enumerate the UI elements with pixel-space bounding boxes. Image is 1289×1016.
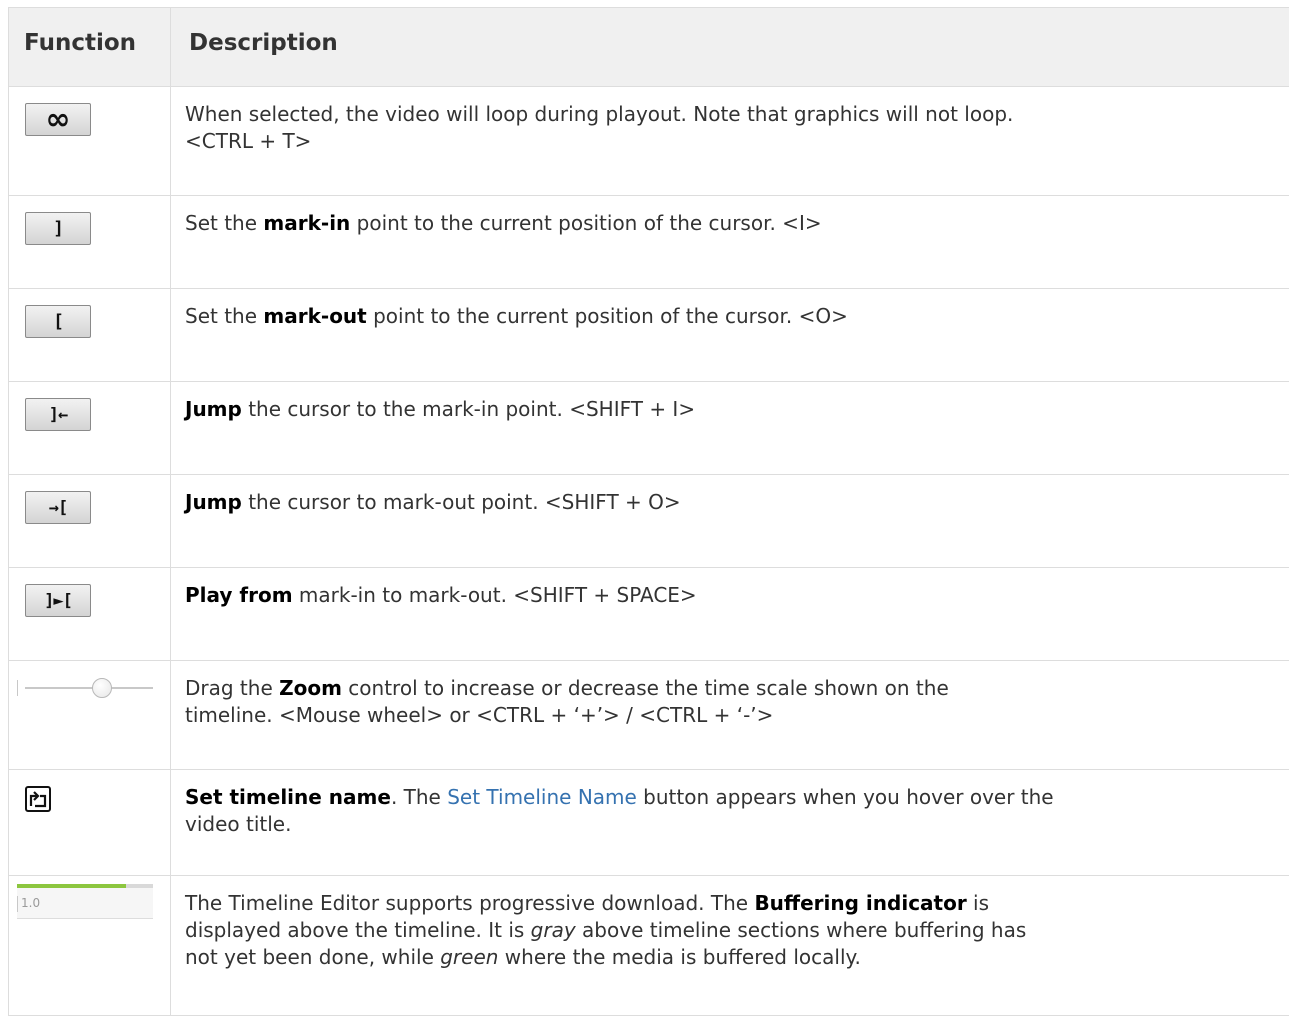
term-mark-out: mark-out [263, 304, 367, 328]
buffer-bar-fill [17, 884, 126, 888]
table-row: ] Set the mark-in point to the current p… [9, 196, 1289, 289]
term-mark-in: mark-in [263, 211, 351, 235]
table-header-row: Function Description [9, 8, 1289, 87]
description-text: Set the [185, 304, 264, 328]
play-mark-in-to-out-icon[interactable]: ]►[ [25, 584, 91, 617]
buffering-indicator-icon: 1.0 [17, 884, 153, 919]
term-play-from: Play from [185, 583, 293, 607]
mark-out-icon[interactable]: [ [25, 305, 91, 338]
zoom-slider-track [25, 687, 153, 689]
loop-icon[interactable]: ∞ [25, 103, 91, 136]
description-text: Set the [185, 211, 264, 235]
term-zoom: Zoom [279, 676, 342, 700]
term-jump: Jump [185, 397, 242, 421]
description-text: Drag the [185, 676, 280, 700]
header-function: Function [9, 8, 171, 86]
mark-in-icon[interactable]: ] [25, 212, 91, 245]
description-text: above timeline sections where buffering … [575, 918, 1027, 942]
function-table: Function Description ∞ When selected, th… [8, 7, 1289, 1016]
header-description: Description [189, 30, 338, 56]
zoom-slider-tick [17, 680, 18, 696]
description-text: timeline. <Mouse wheel> or <CTRL + ‘+’> … [185, 703, 774, 727]
jump-to-mark-in-icon[interactable]: ]← [25, 398, 91, 431]
description-text: the cursor to the mark-in point. <SHIFT … [241, 397, 696, 421]
term-set-timeline-name: Set timeline name [185, 785, 391, 809]
description-text: the cursor to mark-out point. <SHIFT + O… [241, 490, 681, 514]
term-jump: Jump [185, 490, 242, 514]
term-buffering-indicator: Buffering indicator [754, 891, 967, 915]
table-row: ]►[ Play from mark-in to mark-out. <SHIF… [9, 568, 1289, 661]
description-text: . The [390, 785, 448, 809]
description-text: mark-in to mark-out. <SHIFT + SPACE> [292, 583, 697, 607]
zoom-slider-knob[interactable] [91, 678, 112, 698]
buffer-time-label: 1.0 [21, 896, 41, 910]
jump-to-mark-out-icon[interactable]: →[ [25, 491, 91, 524]
table-row: Set timeline name. The Set Timeline Name… [9, 770, 1289, 876]
description-text: When selected, the video will loop durin… [185, 102, 1014, 126]
description-text: point to the current position of the cur… [366, 304, 848, 328]
zoom-slider-icon[interactable] [17, 677, 153, 699]
description-text: button appears when you hover over the [636, 785, 1054, 809]
description-text: point to the current position of the cur… [350, 211, 822, 235]
description-text: control to increase or decrease the time… [341, 676, 949, 700]
table-row: 1.0 The Timeline Editor supports progres… [9, 876, 1289, 1016]
table-row: ∞ When selected, the video will loop dur… [9, 87, 1289, 196]
term-green: green [440, 945, 499, 969]
table-row: ]← Jump the cursor to the mark-in point.… [9, 382, 1289, 475]
description-text: The Timeline Editor supports progressive… [185, 891, 755, 915]
description-text: where the media is buffered locally. [498, 945, 861, 969]
buffer-tick [17, 896, 18, 912]
table-row: [ Set the mark-out point to the current … [9, 289, 1289, 382]
description-text: not yet been done, while [185, 945, 441, 969]
set-timeline-name-link[interactable]: Set Timeline Name [447, 785, 637, 809]
description-text: displayed above the timeline. It is [185, 918, 531, 942]
description-text: video title. [185, 812, 292, 836]
set-timeline-name-icon[interactable] [25, 786, 51, 812]
table-row: Drag the Zoom control to increase or dec… [9, 661, 1289, 770]
term-gray: gray [530, 918, 576, 942]
description-text: is [966, 891, 990, 915]
shortcut-text: <CTRL + T> [185, 129, 312, 153]
table-row: →[ Jump the cursor to mark-out point. <S… [9, 475, 1289, 568]
